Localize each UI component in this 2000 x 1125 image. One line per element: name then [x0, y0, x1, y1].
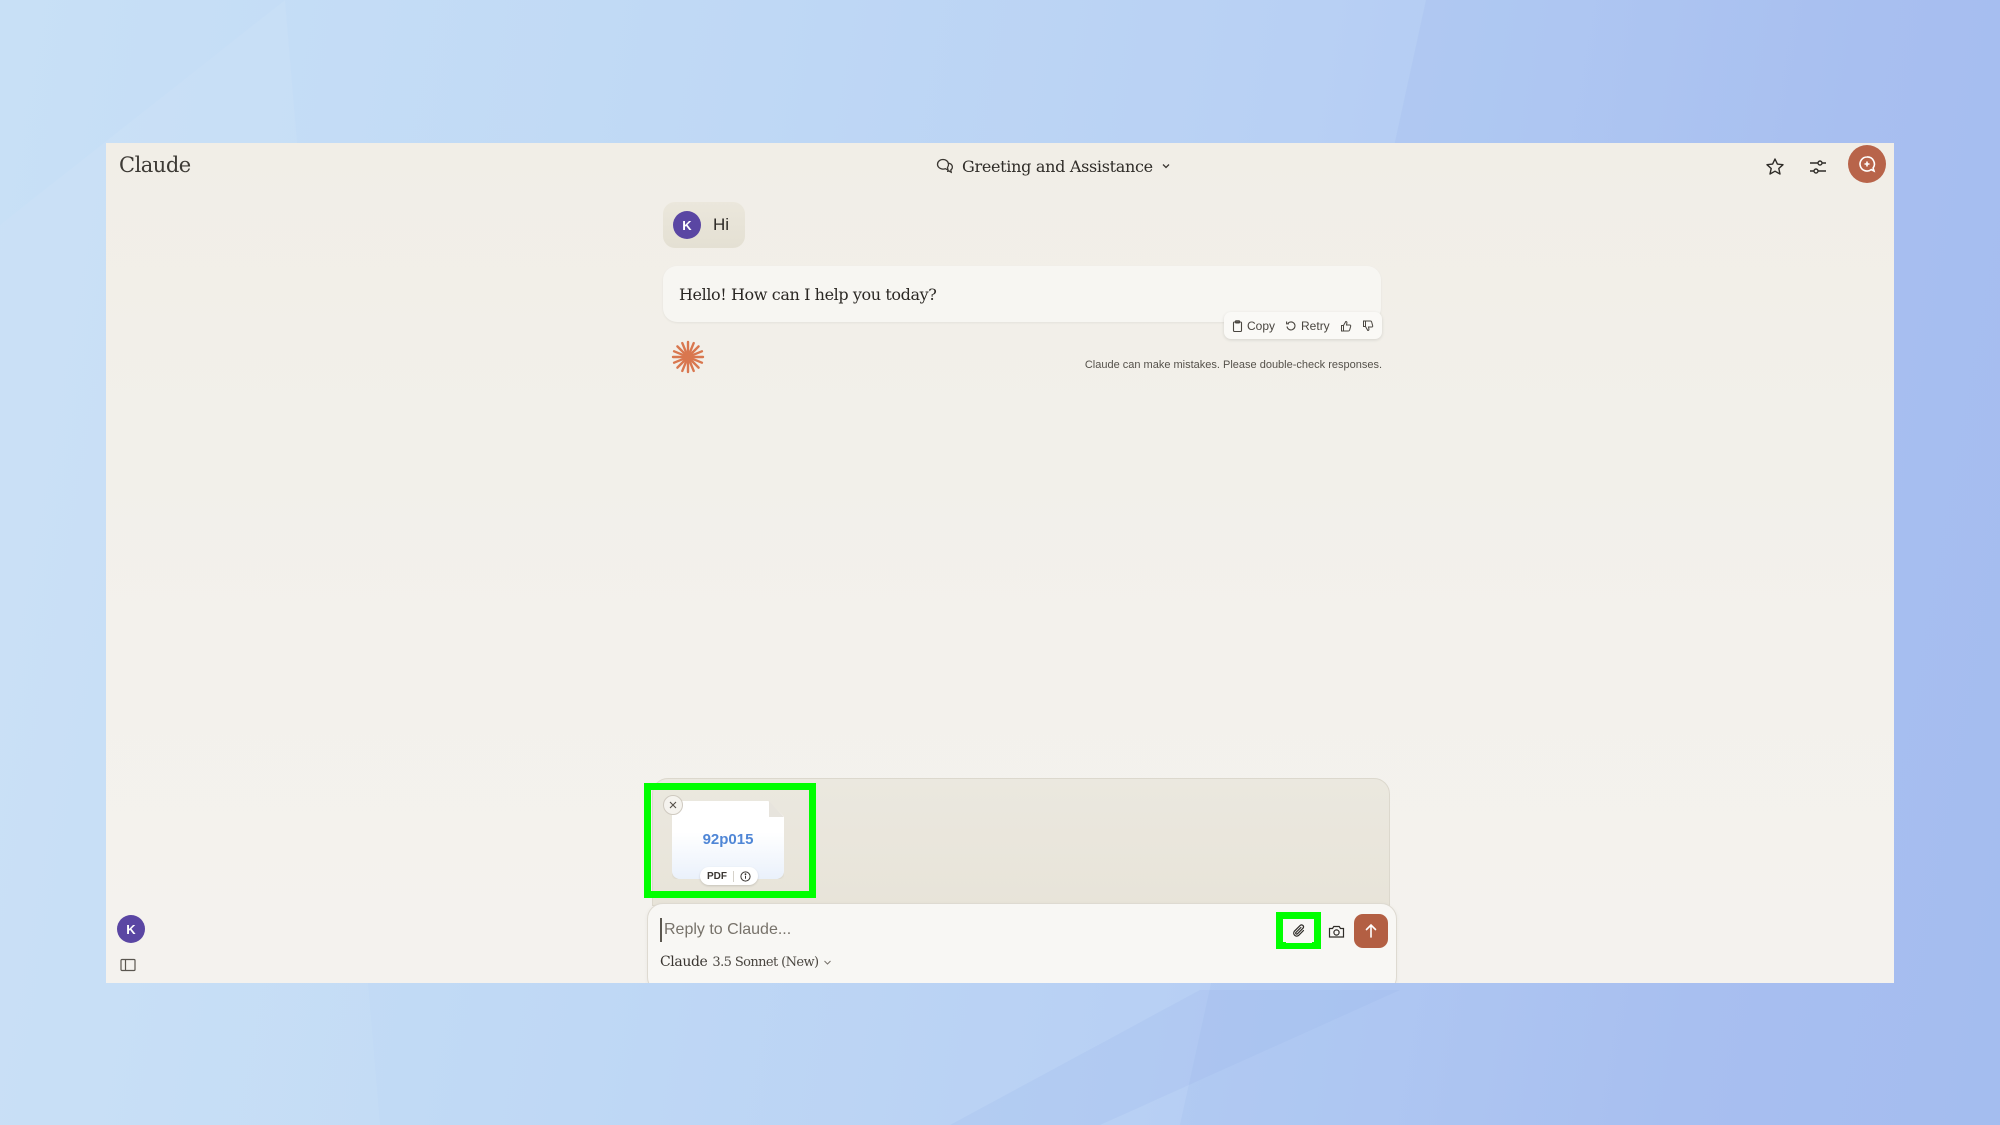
- info-icon[interactable]: [740, 870, 751, 882]
- close-icon: [669, 801, 677, 809]
- model-name: 3.5 Sonnet (New): [712, 954, 819, 970]
- attach-file-button[interactable]: [1286, 919, 1312, 943]
- camera-icon: [1328, 925, 1344, 938]
- user-avatar: K: [673, 211, 701, 239]
- claude-logo-icon: [671, 340, 705, 374]
- retry-icon: [1286, 320, 1296, 330]
- new-chat-button[interactable]: [1848, 145, 1886, 183]
- star-button[interactable]: [1761, 153, 1789, 181]
- sidebar-icon: [120, 958, 136, 972]
- star-icon: [1766, 158, 1784, 175]
- user-message-text: Hi: [713, 215, 730, 234]
- background-shape: [950, 990, 1400, 1125]
- conversation-title: Greeting and Assistance: [962, 156, 1153, 176]
- retry-label: Retry: [1301, 318, 1330, 333]
- retry-button[interactable]: Retry: [1285, 319, 1330, 333]
- clipboard-icon: [1232, 319, 1243, 332]
- copy-label: Copy: [1247, 318, 1276, 333]
- model-selector[interactable]: Claude 3.5 Sonnet (New): [660, 954, 832, 970]
- screenshot-button[interactable]: [1324, 919, 1348, 943]
- user-avatar: K: [117, 915, 145, 943]
- arrow-up-icon: [1365, 923, 1377, 938]
- thumbs-up-button[interactable]: [1340, 320, 1352, 332]
- app-title[interactable]: Claude: [119, 153, 191, 177]
- chevron-down-icon: [824, 960, 832, 965]
- remove-attachment-button[interactable]: [663, 795, 683, 815]
- attachment-file-name: 92p015: [702, 831, 754, 848]
- thumbs-down-icon: [1362, 320, 1373, 331]
- attachment-type: PDF: [707, 870, 727, 882]
- attachment-type-badge: PDF: [700, 867, 758, 885]
- conversation-title-dropdown[interactable]: Greeting and Assistance: [936, 153, 1171, 179]
- badge-divider: [733, 870, 734, 882]
- settings-button[interactable]: [1804, 153, 1832, 181]
- new-chat-icon: [1859, 156, 1876, 173]
- paperclip-icon: [1293, 924, 1305, 937]
- sliders-icon: [1810, 160, 1826, 174]
- account-button[interactable]: K: [117, 915, 145, 943]
- copy-button[interactable]: Copy: [1232, 319, 1275, 333]
- user-message: K Hi: [663, 202, 746, 248]
- chat-bubbles-icon: [936, 158, 953, 174]
- disclaimer-text: Claude can make mistakes. Please double-…: [1084, 359, 1382, 371]
- model-brand: Claude: [660, 954, 708, 970]
- thumbs-down-button[interactable]: [1362, 320, 1374, 332]
- sidebar-toggle-button[interactable]: [120, 958, 140, 974]
- reply-input[interactable]: [660, 918, 1260, 942]
- thumbs-up-icon: [1340, 320, 1351, 331]
- app-window: Claude Greeting and Assistance K Hi Hell…: [106, 143, 1894, 983]
- assistant-message-text: Hello! How can I help you today?: [679, 284, 937, 304]
- send-button[interactable]: [1354, 914, 1388, 948]
- composer: Claude 3.5 Sonnet (New): [647, 903, 1397, 983]
- chevron-down-icon: [1162, 164, 1170, 169]
- message-action-bar: Copy Retry: [1224, 312, 1382, 339]
